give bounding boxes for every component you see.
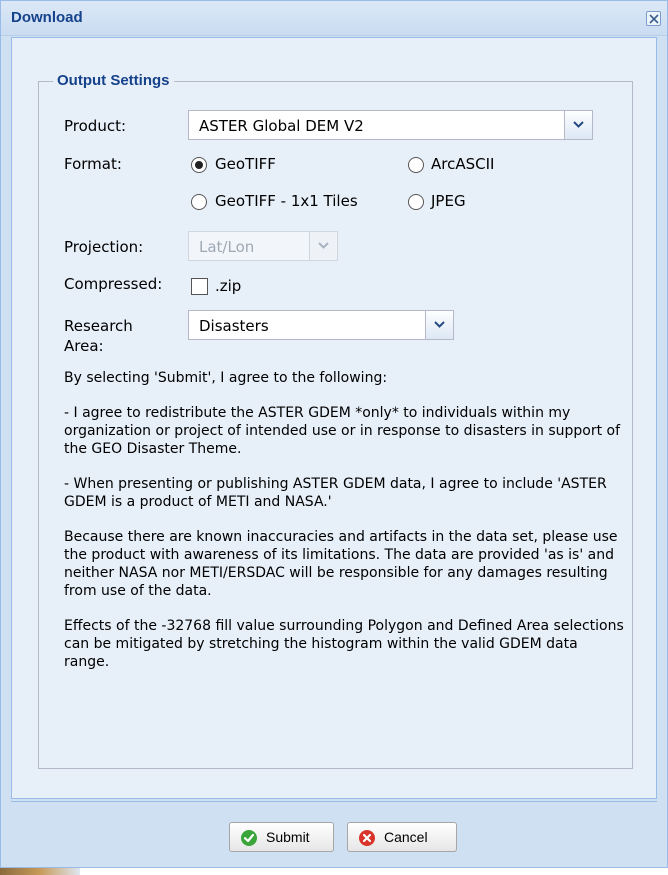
zip-checkbox-label[interactable]: .zip <box>215 277 241 295</box>
chevron-down-icon <box>318 242 329 249</box>
format-option-geotiff-label[interactable]: GeoTIFF <box>215 155 276 173</box>
submit-button[interactable]: Submit <box>229 822 334 852</box>
output-settings-legend: Output Settings <box>53 72 174 89</box>
research-area-select-value: Disasters <box>199 317 269 335</box>
check-circle-icon <box>241 830 257 846</box>
product-select[interactable]: ASTER Global DEM V2 <box>188 110 593 140</box>
close-icon <box>649 14 659 24</box>
format-option-geotiff-tiles-label[interactable]: GeoTIFF - 1x1 Tiles <box>215 192 358 210</box>
agreement-paragraph-attribution: - When presenting or publishing ASTER GD… <box>64 476 607 510</box>
close-button[interactable] <box>646 11 661 26</box>
product-select-value: ASTER Global DEM V2 <box>199 117 364 135</box>
projection-select: Lat/Lon <box>188 231 338 261</box>
research-area-dropdown-trigger[interactable] <box>425 311 453 339</box>
format-radio-geotiff-tiles[interactable] <box>191 194 207 210</box>
research-area-label-line1: Research <box>64 317 133 335</box>
background-sliver <box>0 868 80 875</box>
format-radio-geotiff[interactable] <box>191 157 207 173</box>
compressed-label: Compressed: <box>64 275 163 293</box>
agreement-text: By selecting 'Submit', I agree to the fo… <box>64 369 624 688</box>
radio-selected-dot <box>195 161 203 169</box>
format-label: Format: <box>64 155 122 173</box>
dialog-titlebar[interactable]: Download <box>1 1 667 36</box>
projection-select-value: Lat/Lon <box>199 238 255 256</box>
research-area-label-line2: Area: <box>64 337 104 355</box>
format-radio-jpeg[interactable] <box>408 194 424 210</box>
agreement-paragraph-intro: By selecting 'Submit', I agree to the fo… <box>64 370 388 386</box>
zip-checkbox[interactable] <box>191 278 208 295</box>
product-dropdown-trigger[interactable] <box>564 111 592 139</box>
download-dialog: Download Output Settings Product: ASTER … <box>0 0 668 868</box>
agreement-paragraph-redistribute: - I agree to redistribute the ASTER GDEM… <box>64 405 621 457</box>
submit-button-label: Submit <box>266 829 310 845</box>
chevron-down-icon <box>573 121 584 128</box>
cancel-circle-icon <box>359 830 375 846</box>
agreement-paragraph-disclaimer: Because there are known inaccuracies and… <box>64 529 618 599</box>
cancel-button-label: Cancel <box>384 829 428 845</box>
footer-divider <box>11 801 657 802</box>
dialog-title: Download <box>11 9 83 26</box>
format-option-arcascii-label[interactable]: ArcASCII <box>431 155 494 173</box>
chevron-down-icon <box>434 321 445 328</box>
product-label: Product: <box>64 117 127 135</box>
agreement-paragraph-fill-value: Effects of the -32768 fill value surroun… <box>64 618 624 670</box>
cancel-button[interactable]: Cancel <box>347 822 457 852</box>
format-option-jpeg-label[interactable]: JPEG <box>431 192 466 210</box>
research-area-select[interactable]: Disasters <box>188 310 454 340</box>
format-radio-arcascii[interactable] <box>408 157 424 173</box>
projection-dropdown-trigger <box>309 232 337 260</box>
projection-label: Projection: <box>64 238 144 256</box>
